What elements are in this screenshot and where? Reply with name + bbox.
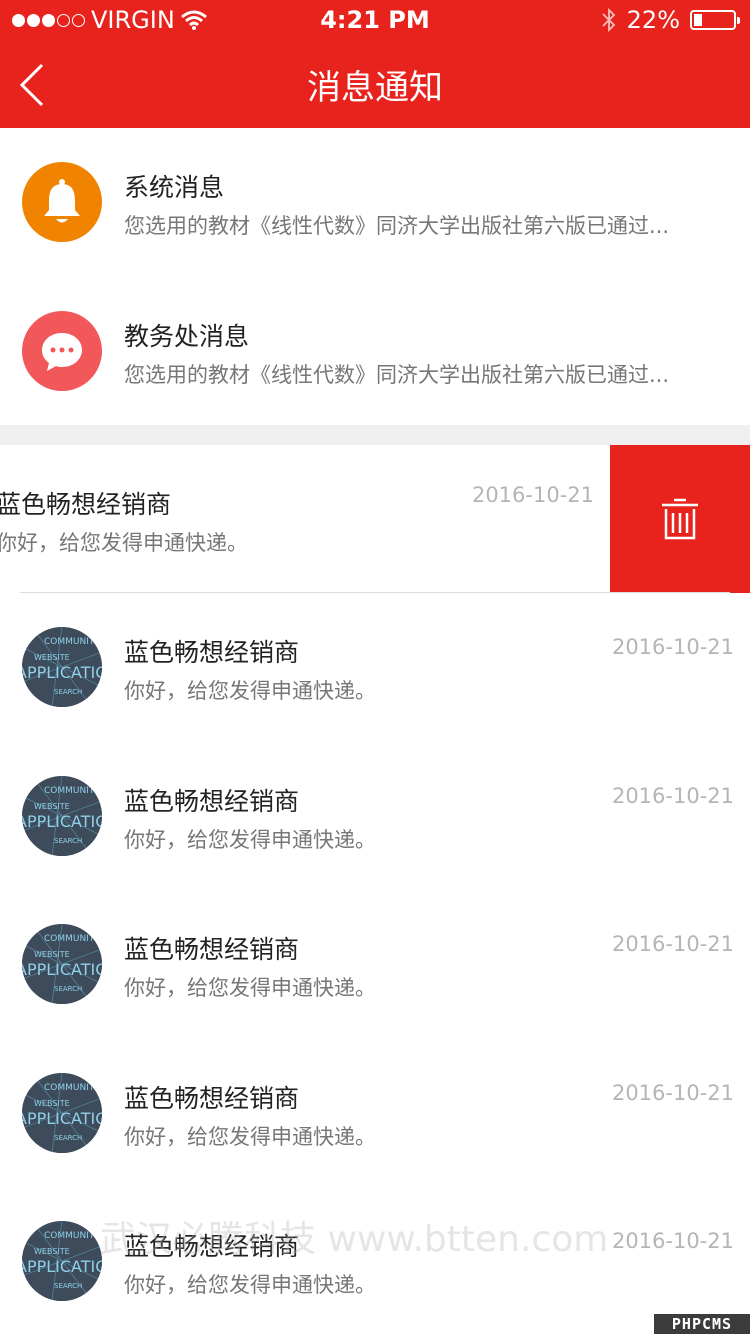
message-date: 2016-10-21: [611, 783, 734, 808]
bell-icon: [22, 162, 102, 242]
battery-percent: 22%: [626, 6, 680, 34]
message-date: 2016-10-21: [471, 483, 594, 507]
svg-text:COMMUNITY: COMMUNITY: [44, 1231, 100, 1241]
svg-text:SEARCH: SEARCH: [54, 985, 82, 993]
svg-text:WEBSITE: WEBSITE: [34, 1247, 70, 1256]
page-title: 消息通知: [307, 68, 443, 108]
notice-subtitle: 您选用的教材《线性代数》同济大学出版社第六版已通过...: [124, 363, 670, 387]
avatar: COMMUNITY WEBSITEAPPLICATION SEARCH: [22, 1072, 102, 1153]
message-content[interactable]: 蓝色畅想经销商 你好，给您发得申通快递。 2016-10-21: [0, 445, 610, 593]
message-sender: 蓝色畅想经销商: [0, 490, 172, 519]
message-date: 2016-10-21: [611, 1080, 734, 1105]
trash-icon: [662, 498, 698, 540]
section-separator: [0, 425, 750, 445]
bluetooth-icon: [602, 7, 615, 33]
message-sender: 蓝色畅想经销商: [124, 1232, 300, 1261]
message-sender: 蓝色畅想经销商: [124, 935, 300, 964]
notice-title: 教务处消息: [124, 322, 250, 351]
svg-text:APPLICATION: APPLICATION: [22, 960, 102, 979]
corner-badge: PHPCMS: [654, 1314, 750, 1334]
svg-text:WEBSITE: WEBSITE: [34, 950, 70, 959]
svg-text:SEARCH: SEARCH: [54, 688, 82, 696]
message-sender: 蓝色畅想经销商: [124, 1083, 300, 1113]
message-row[interactable]: COMMUNITY WEBSITEAPPLICATION SEARCH 蓝色畅想经销商…: [0, 1187, 750, 1335]
svg-text:WEBSITE: WEBSITE: [34, 802, 70, 811]
svg-text:WEBSITE: WEBSITE: [34, 653, 70, 662]
avatar: COMMUNITY WEBSITEAPPLICATION SEARCH: [22, 924, 102, 1004]
nav-bar: 消息通知: [0, 40, 750, 128]
message-row[interactable]: COMMUNITY WEBSITEAPPLICATION SEARCH 蓝色畅想经销商…: [0, 593, 750, 741]
message-preview: 你好，给您发得申通快递。: [124, 976, 376, 1000]
notice-title: 系统消息: [124, 173, 225, 202]
message-row[interactable]: COMMUNITY WEBSITEAPPLICATION SEARCH 蓝色畅想经销商…: [0, 1038, 750, 1187]
battery-icon: [690, 10, 740, 30]
message-preview: 你好，给您发得申通快递。: [124, 679, 376, 703]
message-row[interactable]: COMMUNITY WEBSITEAPPLICATION SEARCH 蓝色畅想经销商…: [0, 890, 750, 1038]
svg-text:APPLICATION: APPLICATION: [22, 1109, 102, 1128]
avatar: COMMUNITY WEBSITEAPPLICATION SEARCH: [22, 1221, 102, 1301]
status-bar: VIRGIN 4:21 PM 22%: [0, 0, 750, 40]
message-row-swiped[interactable]: 蓝色畅想经销商 你好，给您发得申通快递。 2016-10-21: [0, 445, 750, 593]
svg-text:COMMUNITY: COMMUNITY: [44, 1083, 100, 1093]
message-preview: 你好，给您发得申通快递。: [0, 531, 248, 555]
message-date: 2016-10-21: [611, 932, 734, 956]
delete-button[interactable]: [610, 445, 750, 593]
avatar: COMMUNITY WEBSITEAPPLICATION SEARCH: [22, 627, 102, 707]
svg-text:APPLICATION: APPLICATION: [22, 812, 102, 831]
message-preview: 你好，给您发得申通快递。: [124, 827, 376, 852]
avatar: COMMUNITY WEBSITEAPPLICATION SEARCH: [22, 775, 102, 856]
svg-text:COMMUNITY: COMMUNITY: [44, 934, 100, 944]
svg-text:SEARCH: SEARCH: [54, 1282, 82, 1290]
svg-text:SEARCH: SEARCH: [54, 1134, 82, 1142]
notice-subtitle: 您选用的教材《线性代数》同济大学出版社第六版已通过...: [124, 214, 670, 238]
message-row[interactable]: COMMUNITY WEBSITEAPPLICATION SEARCH 蓝色畅想经销商…: [0, 741, 750, 890]
notice-academic-office[interactable]: 教务处消息 您选用的教材《线性代数》同济大学出版社第六版已通过...: [0, 277, 750, 425]
message-sender: 蓝色畅想经销商: [124, 638, 300, 667]
svg-text:COMMUNITY: COMMUNITY: [44, 786, 100, 796]
message-date: 2016-10-21: [611, 1229, 734, 1253]
message-date: 2016-10-21: [611, 635, 734, 659]
svg-text:SEARCH: SEARCH: [54, 837, 82, 845]
message-sender: 蓝色畅想经销商: [124, 786, 300, 816]
chat-bubble-icon: [22, 311, 102, 391]
svg-text:APPLICATION: APPLICATION: [22, 1257, 102, 1276]
message-preview: 你好，给您发得申通快递。: [124, 1124, 376, 1149]
status-right: 22%: [601, 6, 740, 34]
svg-text:APPLICATION: APPLICATION: [22, 663, 102, 682]
message-preview: 你好，给您发得申通快递。: [124, 1273, 376, 1297]
svg-text:WEBSITE: WEBSITE: [34, 1099, 70, 1108]
notice-system[interactable]: 系统消息 您选用的教材《线性代数》同济大学出版社第六版已通过...: [0, 128, 750, 276]
svg-text:COMMUNITY: COMMUNITY: [44, 637, 100, 647]
